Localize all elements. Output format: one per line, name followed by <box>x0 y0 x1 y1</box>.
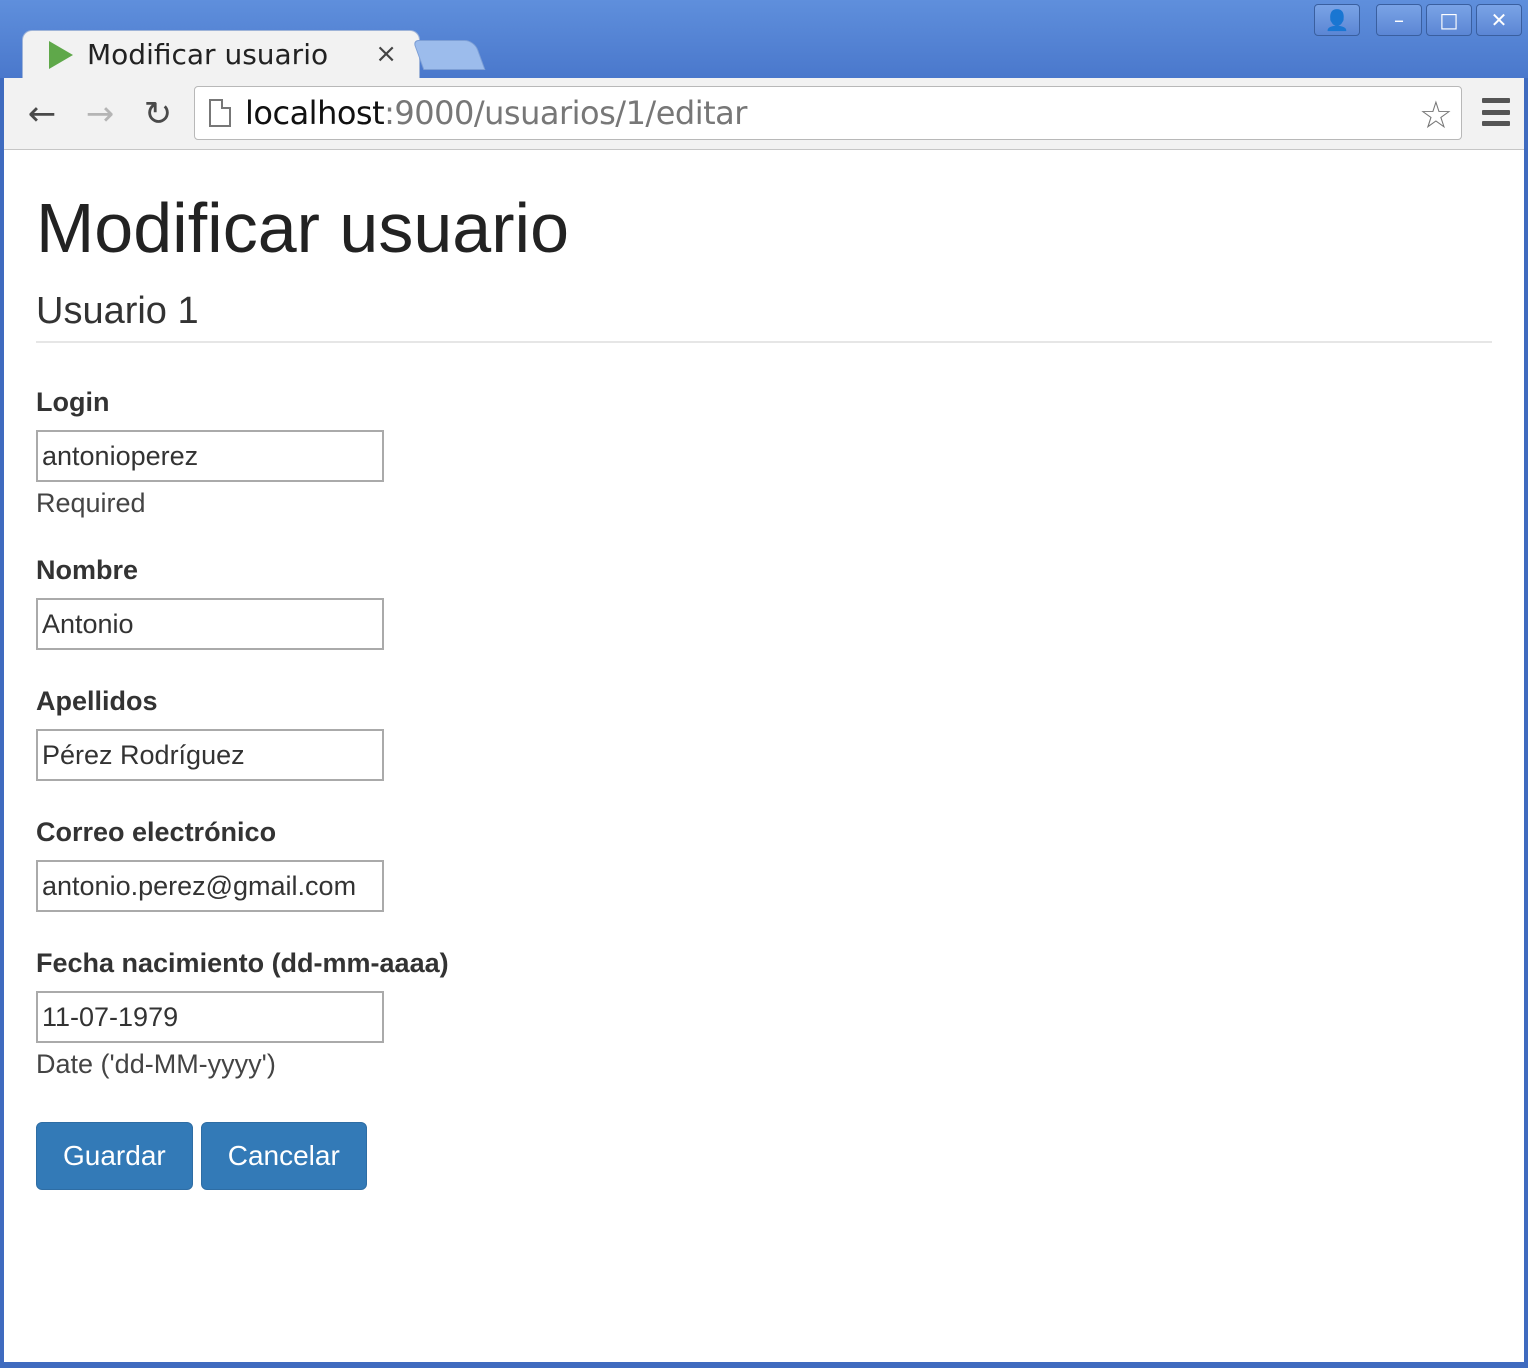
save-button[interactable]: Guardar <box>36 1122 193 1190</box>
close-window-button[interactable]: ✕ <box>1476 4 1522 36</box>
cancel-button[interactable]: Cancelar <box>200 1122 367 1190</box>
page-subtitle: Usuario 1 <box>36 290 1492 343</box>
birthdate-label: Fecha nacimiento (dd-mm-aaaa) <box>36 948 449 978</box>
birthdate-help-text: Date ('dd-MM-yyyy') <box>36 1049 276 1079</box>
nombre-field-group: Nombre <box>36 555 1492 650</box>
reload-icon[interactable]: ↻ <box>136 92 180 136</box>
page-content: Modificar usuario Usuario 1 Login Requir… <box>4 150 1524 1362</box>
email-field-group: Correo electrónico <box>36 817 1492 912</box>
window-controls: 👤 – □ ✕ <box>1314 4 1522 36</box>
new-tab-button[interactable] <box>412 40 486 70</box>
apellidos-label: Apellidos <box>36 686 158 716</box>
page-icon <box>209 99 231 127</box>
browser-tab[interactable]: Modificar usuario × <box>22 30 420 78</box>
url-text[interactable]: localhost:9000/usuarios/1/editar <box>245 94 747 132</box>
login-label: Login <box>36 387 110 417</box>
tab-close-icon[interactable]: × <box>375 39 397 69</box>
forward-arrow-icon[interactable]: → <box>78 92 122 136</box>
nombre-input[interactable] <box>36 598 384 650</box>
email-label: Correo electrónico <box>36 817 277 847</box>
nombre-label: Nombre <box>36 555 139 585</box>
back-arrow-icon[interactable]: ← <box>20 92 64 136</box>
url-host: localhost <box>245 94 385 132</box>
page-title: Modificar usuario <box>36 189 569 267</box>
bookmark-star-icon[interactable]: ☆ <box>1419 93 1453 137</box>
birthdate-input[interactable] <box>36 991 384 1043</box>
apellidos-field-group: Apellidos <box>36 686 1492 781</box>
profile-icon[interactable]: 👤 <box>1314 4 1360 36</box>
url-path: :9000/usuarios/1/editar <box>384 94 747 132</box>
user-form: Login Required Nombre Apellidos Correo e… <box>36 387 1492 1190</box>
login-input[interactable] <box>36 430 384 482</box>
form-buttons: Guardar Cancelar <box>36 1122 1492 1190</box>
address-bar[interactable]: localhost:9000/usuarios/1/editar ☆ <box>194 86 1462 140</box>
login-field-group: Login Required <box>36 387 1492 519</box>
apellidos-input[interactable] <box>36 729 384 781</box>
maximize-button[interactable]: □ <box>1426 4 1472 36</box>
login-help-text: Required <box>36 488 146 518</box>
play-favicon-icon <box>49 40 73 69</box>
email-input[interactable] <box>36 860 384 912</box>
minimize-button[interactable]: – <box>1376 4 1422 36</box>
title-bar: 👤 – □ ✕ Modificar usuario × <box>0 0 1528 78</box>
birthdate-field-group: Fecha nacimiento (dd-mm-aaaa) Date ('dd-… <box>36 948 1492 1080</box>
browser-toolbar: ← → ↻ localhost:9000/usuarios/1/editar ☆ <box>4 78 1524 150</box>
menu-icon[interactable] <box>1482 98 1510 126</box>
tab-title: Modificar usuario <box>87 38 329 71</box>
